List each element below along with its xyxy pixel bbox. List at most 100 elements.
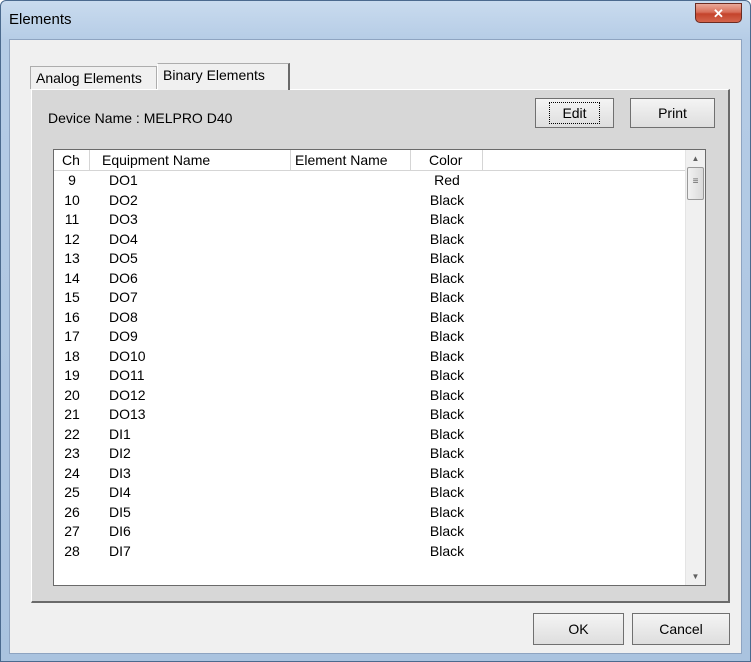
cell-ch: 19 <box>64 367 80 383</box>
cell-ch: 26 <box>64 503 80 520</box>
cell-ch: 11 <box>64 211 80 227</box>
cell-color: Black <box>429 328 465 344</box>
table-row[interactable]: 25 DI4 Black <box>54 483 686 503</box>
table-row[interactable]: 13 DO5 Black <box>54 249 686 269</box>
cell-ch: 23 <box>64 445 80 461</box>
cell-color: Black <box>429 211 465 227</box>
cell-color: Black <box>429 484 465 500</box>
cell-color: Black <box>429 445 465 461</box>
table-row[interactable]: 15 DO7 Black <box>54 288 686 308</box>
cell-ch: 12 <box>64 230 80 247</box>
cell-color: Black <box>429 542 465 559</box>
cell-color: Black <box>429 269 465 286</box>
cell-color: Black <box>429 308 465 325</box>
column-header-equipment-name[interactable]: Equipment Name <box>90 150 291 170</box>
cell-ch: 21 <box>64 406 80 422</box>
cell-equipment-name: DO8 <box>109 308 138 325</box>
cell-equipment-name: DO9 <box>109 328 138 344</box>
cell-equipment-name: DO6 <box>109 269 138 286</box>
cell-color: Black <box>429 464 465 481</box>
column-header-element-name[interactable]: Element Name <box>291 150 411 170</box>
cell-ch: 13 <box>64 250 80 266</box>
cell-color: Red <box>434 172 460 188</box>
tab-binary-elements[interactable]: Binary Elements <box>157 63 290 90</box>
table-row[interactable]: 18 DO10 Black <box>54 347 686 367</box>
table-row[interactable]: 9 DO1 Red <box>54 171 686 191</box>
cell-color: Black <box>429 289 465 305</box>
scroll-up-icon[interactable]: ▲ <box>686 150 705 167</box>
table-row[interactable]: 21 DO13 Black <box>54 405 686 425</box>
cell-ch: 18 <box>64 347 80 364</box>
cell-color: Black <box>429 191 465 208</box>
table-row[interactable]: 14 DO6 Black <box>54 269 686 289</box>
cell-equipment-name: DI2 <box>109 445 131 461</box>
cell-equipment-name: DO11 <box>109 367 145 383</box>
title-bar[interactable]: Elements ✕ <box>1 1 750 39</box>
cell-equipment-name: DO7 <box>109 289 138 305</box>
cell-equipment-name: DI1 <box>109 425 131 442</box>
elements-dialog: Elements ✕ Analog Elements Binary Elemen… <box>0 0 751 662</box>
table-row[interactable]: 22 DI1 Black <box>54 425 686 445</box>
cell-color: Black <box>429 250 465 266</box>
vertical-scrollbar[interactable]: ▲ ≡ ▼ <box>685 150 705 585</box>
cell-equipment-name: DO3 <box>109 211 138 227</box>
close-icon: ✕ <box>713 6 724 21</box>
cell-equipment-name: DI4 <box>109 484 131 500</box>
grip-icon: ≡ <box>692 176 699 187</box>
cell-ch: 22 <box>64 425 80 442</box>
cell-ch: 27 <box>64 523 80 539</box>
cell-equipment-name: DO1 <box>109 172 138 188</box>
tab-analog-elements[interactable]: Analog Elements <box>30 66 157 89</box>
device-name-label: Device Name : MELPRO D40 <box>48 110 233 126</box>
cell-ch: 14 <box>64 269 80 286</box>
cell-equipment-name: DI3 <box>109 464 131 481</box>
cell-ch: 25 <box>64 484 80 500</box>
cell-color: Black <box>429 503 465 520</box>
cell-ch: 16 <box>64 308 80 325</box>
table-row[interactable]: 11 DO3 Black <box>54 210 686 230</box>
elements-table[interactable]: Ch Equipment Name Element Name Color 9 DO… <box>53 149 706 586</box>
edit-button-label: Edit <box>549 102 600 124</box>
scroll-thumb[interactable]: ≡ <box>687 167 704 200</box>
table-row[interactable]: 12 DO4 Black <box>54 230 686 250</box>
table-row[interactable]: 26 DI5 Black <box>54 503 686 523</box>
ok-button[interactable]: OK <box>533 613 624 645</box>
cell-ch: 20 <box>64 386 80 403</box>
table-row[interactable]: 23 DI2 Black <box>54 444 686 464</box>
table-body: 9 DO1 Red 10 DO2 Black 11 DO3 Black 12 DO4 Black 13 D… <box>54 171 686 561</box>
table-row[interactable]: 27 DI6 Black <box>54 522 686 542</box>
table-row[interactable]: 24 DI3 Black <box>54 464 686 484</box>
table-header: Ch Equipment Name Element Name Color <box>54 150 686 171</box>
cell-color: Black <box>429 347 465 364</box>
cell-ch: 28 <box>64 542 80 559</box>
table-row[interactable]: 28 DI7 Black <box>54 542 686 562</box>
cell-equipment-name: DO12 <box>109 386 146 403</box>
cell-ch: 15 <box>64 289 80 305</box>
column-header-ch[interactable]: Ch <box>54 150 90 170</box>
cell-equipment-name: DI5 <box>109 503 131 520</box>
cell-color: Black <box>429 406 465 422</box>
cell-equipment-name: DI6 <box>109 523 131 539</box>
print-button[interactable]: Print <box>630 98 715 128</box>
table-row[interactable]: 16 DO8 Black <box>54 308 686 328</box>
cell-color: Black <box>429 367 465 383</box>
cancel-button[interactable]: Cancel <box>632 613 730 645</box>
cell-equipment-name: DO13 <box>109 406 146 422</box>
table-row[interactable]: 17 DO9 Black <box>54 327 686 347</box>
cell-equipment-name: DO10 <box>109 347 146 364</box>
window-title: Elements <box>9 11 72 28</box>
table-row[interactable]: 20 DO12 Black <box>54 386 686 406</box>
close-button[interactable]: ✕ <box>695 3 742 23</box>
column-header-color[interactable]: Color <box>411 150 483 170</box>
table-row[interactable]: 19 DO11 Black <box>54 366 686 386</box>
cell-color: Black <box>429 425 465 442</box>
cell-equipment-name: DO2 <box>109 191 138 208</box>
table-row[interactable]: 10 DO2 Black <box>54 191 686 211</box>
cell-ch: 17 <box>64 328 80 344</box>
cell-equipment-name: DO5 <box>109 250 138 266</box>
cell-equipment-name: DO4 <box>109 230 138 247</box>
cell-color: Black <box>429 386 465 403</box>
edit-button[interactable]: Edit <box>535 98 614 128</box>
binary-elements-panel: Device Name : MELPRO D40 Edit Print Ch E… <box>31 89 730 603</box>
scroll-down-icon[interactable]: ▼ <box>686 568 705 585</box>
